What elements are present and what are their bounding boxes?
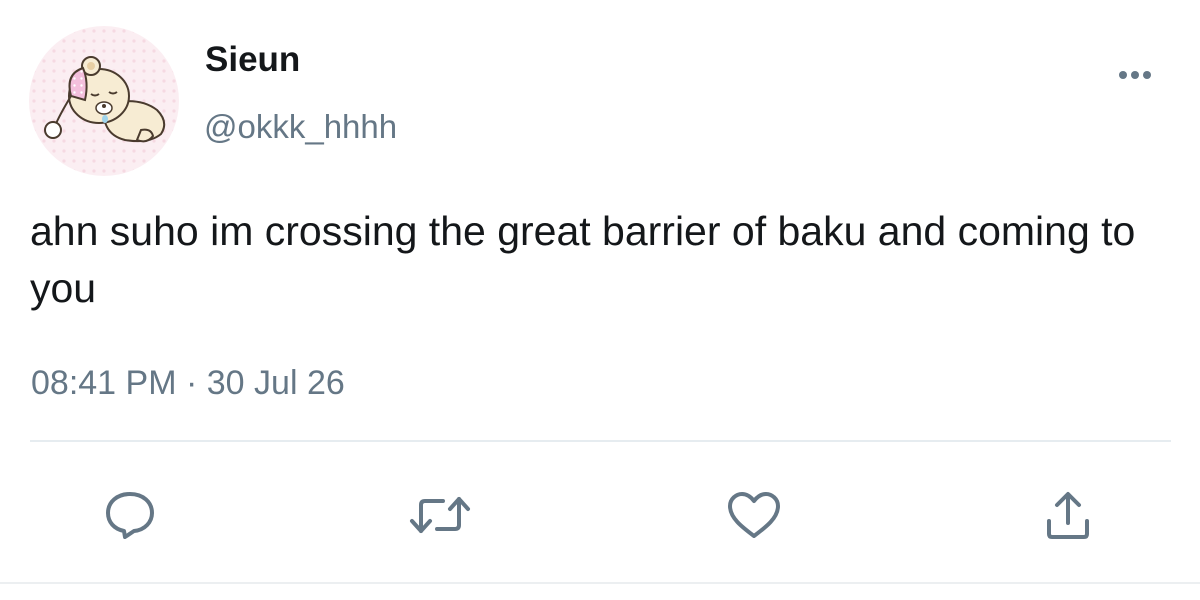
heart-icon [728, 492, 780, 538]
like-button[interactable] [719, 480, 789, 550]
user-handle[interactable]: @okkk_hhhh [204, 107, 397, 147]
share-icon [1047, 492, 1089, 539]
share-button[interactable] [1033, 480, 1103, 550]
reply-icon [106, 492, 154, 539]
retweet-button[interactable] [405, 480, 475, 550]
tweet-text: ahn suho im crossing the great barrier o… [30, 208, 1136, 311]
bottom-divider [0, 582, 1200, 584]
tweet-card: Sieun @okkk_hhhh ahn suho im crossing th… [0, 0, 1200, 600]
more-dots-icon [1119, 71, 1151, 79]
tweet-timestamp[interactable]: 08:41 PM · 30 Jul 26 [31, 361, 345, 405]
retweet-icon [410, 497, 470, 533]
tweet-date: 30 Jul 26 [206, 364, 345, 402]
sleeping-bear-avatar-icon [29, 26, 179, 176]
divider [30, 440, 1171, 442]
avatar[interactable] [29, 26, 179, 176]
timestamp-separator: · [185, 364, 198, 402]
tweet-time: 08:41 PM [31, 364, 177, 402]
display-name[interactable]: Sieun [205, 39, 300, 81]
reply-button[interactable] [95, 480, 165, 550]
more-options-button[interactable] [1110, 60, 1160, 90]
